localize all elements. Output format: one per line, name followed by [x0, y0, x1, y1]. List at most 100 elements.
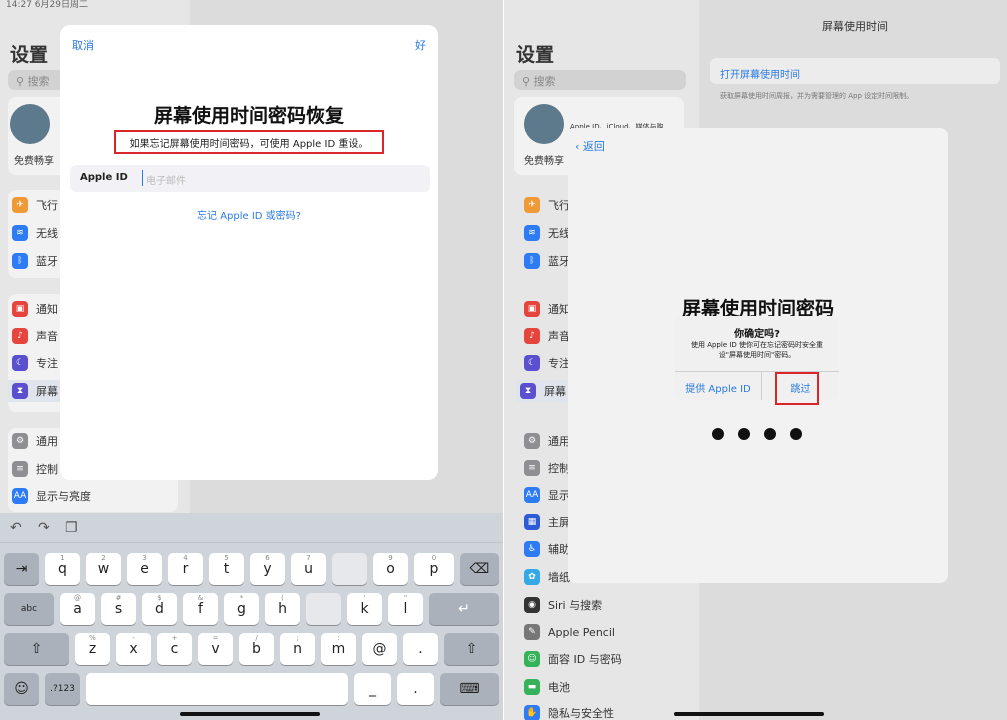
sidebar-item-display[interactable]: AA 显示与亮度	[8, 485, 91, 507]
sidebar-item-wallpaper[interactable]: ✿ 墙纸	[520, 566, 570, 588]
space-bar[interactable]	[86, 673, 348, 705]
hand-icon: ✋	[524, 705, 540, 720]
numbers-key[interactable]: .?123	[45, 673, 80, 705]
battery-icon: ▬	[524, 679, 540, 695]
search-field[interactable]: ⚲ 搜索	[514, 70, 686, 90]
key-a[interactable]: @ a	[60, 593, 95, 625]
key-m[interactable]: :m	[321, 633, 356, 665]
screen-time-title: 屏幕使用时间	[822, 20, 888, 33]
underscore-key[interactable]: _	[354, 673, 391, 705]
period-key[interactable]: .	[397, 673, 434, 705]
key-i[interactable]	[332, 553, 367, 585]
delete-key[interactable]: ⌫	[460, 553, 499, 585]
kb-divider	[0, 542, 503, 543]
shift-key-right[interactable]: ⇧	[444, 633, 499, 665]
search-icon: ⚲	[16, 75, 28, 88]
key-y[interactable]: 6y	[250, 553, 285, 585]
sidebar-item-general[interactable]: ⚙ 通用	[520, 430, 570, 452]
key-z[interactable]: % z	[75, 633, 110, 665]
modal-title: 屏幕使用时间密码恢复	[153, 105, 344, 127]
sidebar-item-focus[interactable]: ☾ 专注	[8, 352, 58, 374]
key-j[interactable]	[306, 593, 341, 625]
hourglass-icon: ⧗	[12, 383, 28, 399]
key-n[interactable]: ; n	[280, 633, 315, 665]
forgot-apple-id-link[interactable]: 忘记 Apple ID 或密码?	[60, 207, 438, 222]
sidebar-item-siri[interactable]: ◉ Siri 与搜索	[520, 594, 602, 616]
passcode-dot	[764, 428, 776, 440]
sidebar-item-bluetooth[interactable]: ᛒ 蓝牙	[520, 250, 570, 272]
sidebar-item-sounds[interactable]: ♪ 声音	[520, 325, 570, 347]
sidebar-item-wifi[interactable]: ≋ 无线	[520, 222, 570, 244]
key-p[interactable]: 0p	[414, 553, 454, 585]
key-u[interactable]: 7u	[291, 553, 326, 585]
apple-id-field[interactable]: Apple ID 电子邮件	[70, 165, 430, 192]
sidebar-item-privacy[interactable]: ✋ 隐私与安全性	[520, 702, 614, 720]
sidebar-item-face-id[interactable]: ☺ 面容 ID 与密码	[520, 648, 622, 670]
key-dot[interactable]: .	[403, 633, 438, 665]
done-button[interactable]: 好	[415, 37, 426, 53]
key-e[interactable]: 3e	[127, 553, 162, 585]
sidebar-item-battery[interactable]: ▬ 电池	[520, 676, 570, 698]
undo-icon[interactable]: ↶	[10, 520, 22, 536]
key-x[interactable]: -x	[116, 633, 151, 665]
key-h[interactable]: (h	[265, 593, 300, 625]
face-id-icon: ☺	[524, 651, 540, 667]
sidebar-item-control-center[interactable]: ≡ 控制	[8, 458, 58, 480]
provide-apple-id-button[interactable]: 提供 Apple ID	[675, 380, 761, 395]
key-v[interactable]: = v	[198, 633, 233, 665]
moon-icon: ☾	[12, 355, 28, 371]
emoji-key[interactable]: ☺	[4, 673, 39, 705]
sidebar-item-accessibility[interactable]: ♿ 辅助	[520, 538, 570, 560]
status-bar: 14:27 6月29日周二	[6, 0, 88, 10]
free-text: 免费畅享	[524, 156, 564, 167]
sidebar-item-apple-pencil[interactable]: ✎ Apple Pencil	[520, 621, 615, 643]
sidebar-item-focus[interactable]: ☾ 专注	[520, 352, 570, 374]
screen-time-description: 获取屏幕使用时间周报，并为需要管理的 App 设定时间限制。	[720, 92, 914, 100]
home-indicator	[674, 712, 824, 716]
keyboard-dismiss-key[interactable]: ⌨	[440, 673, 499, 705]
key-k[interactable]: ' k	[347, 593, 382, 625]
key-b[interactable]: / b	[239, 633, 274, 665]
sidebar-item-notifications[interactable]: ▣ 通知	[8, 298, 58, 320]
key-w[interactable]: 2w	[86, 553, 121, 585]
key-r[interactable]: 4r	[168, 553, 203, 585]
key-q[interactable]: 1q	[45, 553, 80, 585]
sidebar-item-notifications[interactable]: ▣ 通知	[520, 298, 570, 320]
key-t[interactable]: 5t	[209, 553, 244, 585]
key-d[interactable]: $ d	[142, 593, 177, 625]
settings-title: 设置	[10, 44, 49, 66]
left-screenshot: 14:27 6月29日周二 设置 ⚲ 搜索 免费畅享 ✈ 飞行 ≋ 无线 ᛒ 蓝牙 ▣…	[0, 0, 503, 720]
redo-icon[interactable]: ↷	[38, 520, 50, 536]
key-at[interactable]: @	[362, 633, 397, 665]
tab-key[interactable]: ⇥	[4, 553, 39, 585]
cancel-button[interactable]: 取消	[72, 37, 94, 53]
bluetooth-icon: ᛒ	[12, 253, 28, 269]
key-c[interactable]: + c	[157, 633, 192, 665]
sidebar-item-control-center[interactable]: ≡ 控制	[520, 457, 570, 479]
sidebar-item-display[interactable]: AA 显示	[520, 484, 570, 506]
toggles-icon: ≡	[524, 460, 540, 476]
avatar	[524, 104, 564, 144]
abc-key[interactable]: abc	[4, 593, 54, 625]
email-placeholder: 电子邮件	[146, 176, 186, 187]
sidebar-item-general[interactable]: ⚙ 通用	[8, 430, 58, 452]
shift-key-left[interactable]: ⇧	[4, 633, 69, 665]
sidebar-item-airplane[interactable]: ✈ 飞行	[8, 194, 58, 216]
paste-icon[interactable]: ❐	[65, 520, 78, 536]
back-button[interactable]: ‹ 返回	[575, 138, 605, 154]
return-key[interactable]: ↵	[429, 593, 499, 625]
airplane-icon: ✈	[524, 197, 540, 213]
key-l[interactable]: " l	[388, 593, 423, 625]
field-label: Apple ID	[80, 172, 128, 183]
sidebar-item-wifi[interactable]: ≋ 无线	[8, 222, 58, 244]
sidebar-item-airplane[interactable]: ✈ 飞行	[520, 194, 570, 216]
key-f[interactable]: & f	[183, 593, 218, 625]
open-screen-time-link[interactable]: 打开屏幕使用时间	[720, 66, 800, 81]
sidebar-item-sounds[interactable]: ♪ 声音	[8, 325, 58, 347]
key-s[interactable]: # s	[101, 593, 136, 625]
key-o[interactable]: 9o	[373, 553, 408, 585]
key-g[interactable]: * g	[224, 593, 259, 625]
sidebar-item-home-screen[interactable]: ▦ 主屏	[520, 511, 570, 533]
sidebar-item-bluetooth[interactable]: ᛒ 蓝牙	[8, 250, 58, 272]
text-size-icon: AA	[524, 487, 540, 503]
